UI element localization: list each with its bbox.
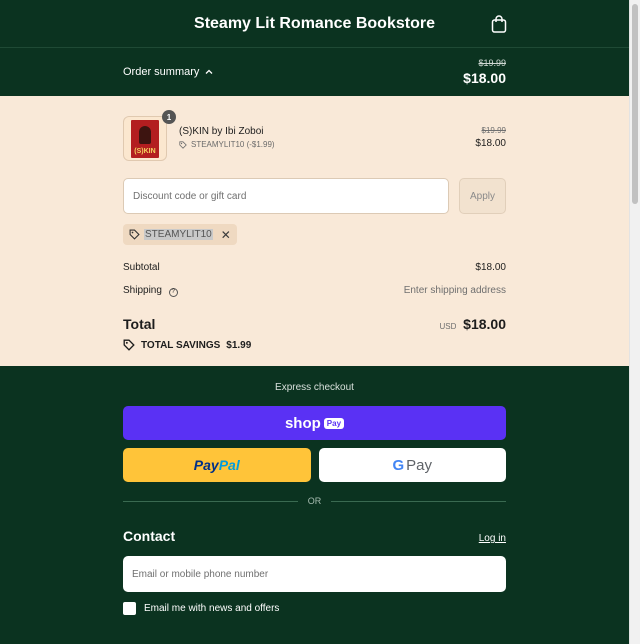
savings-label: TOTAL SAVINGS [141, 339, 221, 351]
checkout-page: Steamy Lit Romance Bookstore Order summa… [0, 0, 629, 644]
tag-icon [129, 229, 140, 240]
total-value: $18.00 [463, 316, 506, 332]
chevron-up-icon [205, 69, 213, 74]
checkout-section: Express checkout shop Pay Pay Pal G Pay O… [0, 366, 629, 644]
order-summary-bar: Order summary $19.99 $18.00 [0, 48, 629, 96]
item-price: $18.00 [475, 138, 506, 149]
scrollbar-thumb[interactable] [632, 4, 638, 204]
shipping-label: Shipping [123, 285, 162, 296]
tag-icon [179, 140, 187, 149]
book-cover-title: (S)KIN [134, 147, 156, 155]
discount-row: Apply [123, 178, 506, 214]
tag-icon [123, 339, 135, 351]
store-name: Steamy Lit Romance Bookstore [194, 14, 435, 32]
order-summary-panel: (S)KIN 1 (S)KIN by Ibi Zoboi STEAMYLIT10… [0, 96, 629, 366]
total-label: Total [123, 316, 156, 332]
newsletter-option: Email me with news and offers [123, 602, 279, 615]
order-summary-toggle[interactable]: Order summary [123, 66, 213, 78]
contact-title: Contact [123, 528, 176, 544]
subtotal-row: Subtotal $18.00 [123, 262, 506, 273]
applied-discount-code: STEAMYLIT10 [144, 229, 213, 240]
subtotal-label: Subtotal [123, 262, 160, 273]
subtotal-value: $18.00 [475, 262, 506, 273]
login-link[interactable]: Log in [479, 533, 506, 544]
quantity-badge: 1 [162, 110, 176, 124]
shopping-bag-icon[interactable] [491, 15, 507, 33]
item-prices: $19.99 $18.00 [475, 116, 506, 161]
help-circle-icon[interactable]: ? [168, 287, 178, 297]
alternate-payments: Pay Pal G Pay [123, 448, 506, 482]
currency-code: USD [439, 322, 457, 331]
shipping-row: Shipping ? Enter shipping address [123, 285, 506, 297]
apply-discount-button[interactable]: Apply [459, 178, 506, 214]
shop-pay-logo: shop [284, 414, 321, 432]
total-row: Total USD $18.00 [123, 316, 506, 332]
summary-total-price: $18.00 [463, 70, 506, 86]
shop-pay-button[interactable]: shop Pay [123, 406, 506, 440]
contact-header: Contact Log in [123, 528, 506, 544]
savings-value: $1.99 [226, 339, 252, 351]
google-g-icon: G [392, 456, 405, 474]
google-pay-button[interactable]: G Pay [318, 448, 506, 482]
summary-price: $19.99 $18.00 [463, 58, 506, 86]
email-field[interactable] [123, 556, 506, 592]
newsletter-checkbox[interactable] [123, 602, 136, 615]
remove-discount-icon[interactable]: ✕ [221, 228, 231, 242]
express-checkout-label: Express checkout [275, 382, 354, 393]
book-cover-image: (S)KIN [131, 119, 159, 158]
store-header: Steamy Lit Romance Bookstore [0, 0, 629, 48]
shipping-value: Enter shipping address [403, 285, 506, 297]
product-name: (S)KIN by Ibi Zoboi [179, 126, 264, 137]
or-label: OR [307, 496, 322, 506]
or-divider: OR [123, 496, 506, 506]
item-original-price: $19.99 [481, 126, 506, 135]
total-savings: TOTAL SAVINGS $1.99 [123, 339, 251, 351]
summary-original-price: $19.99 [478, 58, 506, 68]
newsletter-label: Email me with news and offers [144, 603, 280, 614]
applied-discount-chip: STEAMYLIT10 ✕ [123, 224, 237, 245]
product-thumbnail: (S)KIN 1 [123, 110, 176, 161]
item-discount: STEAMYLIT10 (-$1.99) [179, 140, 475, 149]
discount-code-input[interactable] [123, 178, 449, 214]
page-scrollbar[interactable] [629, 0, 640, 644]
paypal-button[interactable]: Pay Pal [123, 448, 311, 482]
shop-pay-badge: Pay [323, 417, 345, 429]
line-item: (S)KIN 1 (S)KIN by Ibi Zoboi STEAMYLIT10… [123, 110, 506, 161]
order-summary-label: Order summary [123, 66, 200, 78]
